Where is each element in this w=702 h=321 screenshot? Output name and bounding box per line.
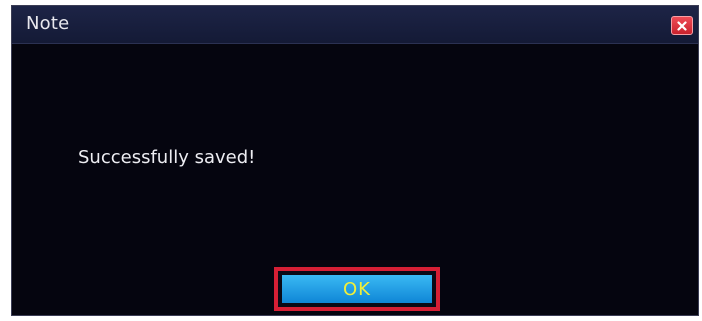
close-button[interactable] (671, 16, 693, 35)
ok-button[interactable]: OK (282, 275, 432, 303)
dialog-title: Note (26, 13, 70, 34)
dialog-message: Successfully saved! (78, 147, 256, 168)
ok-button-highlight: OK (274, 267, 440, 311)
dialog-titlebar: Note (12, 6, 698, 44)
close-icon (677, 20, 687, 31)
note-dialog: Note Successfully saved! OK (11, 5, 699, 316)
